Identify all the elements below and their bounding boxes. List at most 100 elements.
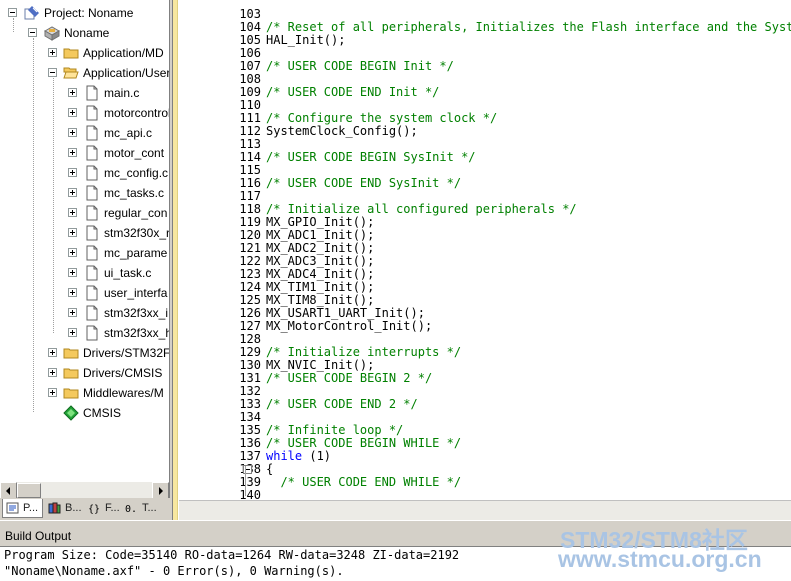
panel-tab-label: F... xyxy=(105,502,120,514)
tree-item-label: Drivers/STM32F xyxy=(83,346,171,360)
expand-icon[interactable] xyxy=(68,248,77,257)
panel-tab-books[interactable]: B... xyxy=(45,499,83,518)
collapse-icon[interactable] xyxy=(48,68,57,77)
tree-item-label: motor_cont xyxy=(104,146,165,160)
tree-item-label: Noname xyxy=(64,26,110,40)
tree-target-noname[interactable]: Noname xyxy=(0,23,172,43)
code-text: HAL_Init(); xyxy=(266,33,346,47)
panel-tab-functions[interactable]: {} F... xyxy=(85,499,120,518)
panel-tab-project[interactable]: P... xyxy=(2,499,43,518)
code-line[interactable]: 133/* USER CODE END 2 */ xyxy=(179,398,791,411)
tree-item-label: Project: Noname xyxy=(44,6,134,20)
tree-file-8[interactable]: mc_parame xyxy=(0,243,172,263)
code-line[interactable]: 114/* USER CODE BEGIN SysInit */ xyxy=(179,151,791,164)
code-line[interactable]: 127 MX_MotorControl_Init(); xyxy=(179,320,791,333)
tree-group-more-2[interactable]: Middlewares/M xyxy=(0,383,172,403)
scroll-left-button[interactable] xyxy=(0,482,17,499)
folder-icon xyxy=(63,45,79,61)
expand-icon[interactable] xyxy=(68,288,77,297)
code-token: (1) xyxy=(302,449,332,463)
code-line[interactable]: 116/* USER CODE END SysInit */ xyxy=(179,177,791,190)
line-number: 140 xyxy=(239,488,261,501)
expand-icon[interactable] xyxy=(68,148,77,157)
expand-icon[interactable] xyxy=(48,348,57,357)
expand-icon[interactable] xyxy=(68,108,77,117)
code-text: /* USER CODE END 2 */ xyxy=(266,397,418,411)
tree-file-9[interactable]: ui_task.c xyxy=(0,263,172,283)
code-editor[interactable]: 103 104/* Reset of all peripherals, Initi… xyxy=(172,0,791,520)
build-output-line: "Noname\Noname.axf" - 0 Error(s), 0 Warn… xyxy=(4,564,344,578)
tree-file-4[interactable]: mc_config.c xyxy=(0,163,172,183)
tree-root-project[interactable]: Project: Noname xyxy=(0,3,172,23)
code-line[interactable]: 112 SystemClock_Config(); xyxy=(179,125,791,138)
tree-file-10[interactable]: user_interfa xyxy=(0,283,172,303)
keyword-token: while xyxy=(266,449,303,463)
c-file-icon xyxy=(84,325,100,341)
tree-group-0[interactable]: Application/MD xyxy=(0,43,172,63)
tree-group-more-0[interactable]: Drivers/STM32F xyxy=(0,343,172,363)
expand-icon[interactable] xyxy=(48,368,57,377)
tree-file-7[interactable]: stm32f30x_r xyxy=(0,223,172,243)
tree-file-2[interactable]: mc_api.c xyxy=(0,123,172,143)
c-file-icon xyxy=(84,105,100,121)
tree-item-label: user_interfa xyxy=(104,286,168,300)
watermark-url: www.stmcu.org.cn xyxy=(558,546,762,572)
expand-icon[interactable] xyxy=(68,128,77,137)
panel-tab-templates[interactable]: 0. T... xyxy=(122,499,162,518)
templates-icon: 0. xyxy=(125,502,138,515)
expand-icon[interactable] xyxy=(68,228,77,237)
expand-icon[interactable] xyxy=(68,268,77,277)
tree-item-label: stm32f30x_r xyxy=(104,226,171,240)
tree-file-11[interactable]: stm32f3xx_i xyxy=(0,303,172,323)
books-icon xyxy=(48,502,61,514)
code-text: /* USER CODE END WHILE */ xyxy=(266,475,462,489)
panel-tab-label: T... xyxy=(142,502,157,514)
tree-item-label: Drivers/CMSIS xyxy=(83,366,163,380)
code-text: MX_MotorControl_Init(); xyxy=(266,319,433,333)
tree-file-1[interactable]: motorcontrol xyxy=(0,103,172,123)
code-line[interactable]: 109/* USER CODE END Init */ xyxy=(179,86,791,99)
editor-horizontal-scrollbar[interactable] xyxy=(179,500,791,520)
expand-icon[interactable] xyxy=(68,168,77,177)
code-text: /* USER CODE BEGIN 2 */ xyxy=(266,371,433,385)
expand-icon[interactable] xyxy=(48,388,57,397)
tree-file-3[interactable]: motor_cont xyxy=(0,143,172,163)
expand-icon[interactable] xyxy=(68,308,77,317)
scroll-thumb[interactable] xyxy=(17,483,41,498)
expand-icon[interactable] xyxy=(48,48,57,57)
folder-icon xyxy=(63,365,79,381)
tree-file-12[interactable]: stm32f3xx_h xyxy=(0,323,172,343)
expand-icon[interactable] xyxy=(68,328,77,337)
panel-tab-label: P... xyxy=(23,502,39,514)
c-file-icon xyxy=(84,225,100,241)
tree-item-label: Middlewares/M xyxy=(83,386,164,400)
tree-file-0[interactable]: main.c xyxy=(0,83,172,103)
code-line[interactable]: 107/* USER CODE BEGIN Init */ xyxy=(179,60,791,73)
project-panel-tabs: P... B... {} F... 0. T... xyxy=(0,498,172,520)
tree-group-1[interactable]: Application/User xyxy=(0,63,172,83)
editor-margin-strip xyxy=(173,0,178,520)
expand-icon[interactable] xyxy=(68,188,77,197)
code-area[interactable]: 103 104/* Reset of all peripherals, Initi… xyxy=(179,0,791,500)
c-file-icon xyxy=(84,125,100,141)
tree-item-label: stm32f3xx_h xyxy=(104,326,172,340)
collapse-icon[interactable] xyxy=(8,8,17,17)
code-line[interactable]: 139 /* USER CODE END WHILE */ xyxy=(179,476,791,489)
expand-icon[interactable] xyxy=(68,208,77,217)
tree-component-cmsis[interactable]: CMSIS xyxy=(0,403,172,423)
folder-icon xyxy=(63,345,79,361)
build-output-title: Build Output xyxy=(5,529,72,543)
tree-horizontal-scrollbar[interactable] xyxy=(0,481,169,499)
tree-file-6[interactable]: regular_con xyxy=(0,203,172,223)
tree-item-label: mc_config.c xyxy=(104,166,169,180)
collapse-icon[interactable] xyxy=(28,28,37,37)
code-text: SystemClock_Config(); xyxy=(266,124,418,138)
scroll-right-button[interactable] xyxy=(152,482,169,499)
code-line[interactable]: 131/* USER CODE BEGIN 2 */ xyxy=(179,372,791,385)
folder-open-icon xyxy=(63,65,79,81)
expand-icon[interactable] xyxy=(68,88,77,97)
tree-file-5[interactable]: mc_tasks.c xyxy=(0,183,172,203)
code-line[interactable]: 140 xyxy=(179,488,791,501)
code-line[interactable]: 105 HAL_Init(); xyxy=(179,34,791,47)
tree-group-more-1[interactable]: Drivers/CMSIS xyxy=(0,363,172,383)
